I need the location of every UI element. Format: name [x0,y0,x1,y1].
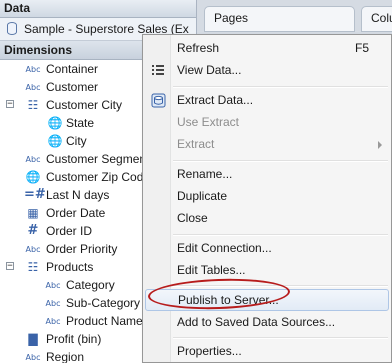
hierarchy-icon: ☷ [27,98,39,112]
menu-item-close[interactable]: Close [145,207,389,229]
calculated-number-icon: =# [24,187,46,202]
data-pane-title: Data [0,0,196,18]
menu-item-label: View Data... [177,63,242,77]
columns-shelf-label: Colu [371,11,392,25]
number-type-icon: # [27,223,39,238]
menu-item-label: Close [177,211,208,225]
globe-icon: 🌐 [47,116,63,130]
field-label: Customer Segment [46,152,150,166]
menu-item-use-extract[interactable]: Use Extract [145,111,389,133]
menu-item-edit-connection[interactable]: Edit Connection... [145,237,389,259]
menu-item-label: Edit Tables... [177,263,246,277]
calendar-icon: ▦ [27,206,39,220]
menu-separator [173,234,388,236]
context-menu: Refresh F5 View Data... Extract Data... … [142,34,392,363]
field-label: Products [46,260,94,274]
field-label: Order ID [46,224,93,238]
menu-separator [173,86,388,88]
menu-separator [173,160,388,162]
database-icon [7,22,17,35]
menu-item-extract-data[interactable]: Extract Data... [145,89,389,111]
field-label: Order Priority [46,242,118,256]
field-label: City [66,134,87,148]
menu-item-label: Extract [177,137,215,151]
field-label: Category [66,278,115,292]
menu-item-properties[interactable]: Properties... [145,340,389,362]
menu-item-rename[interactable]: Rename... [145,163,389,185]
bin-histogram-icon: ▇ [28,332,38,346]
string-type-icon: Abc [25,83,41,92]
field-label: Region [46,350,85,363]
globe-icon: 🌐 [47,134,63,148]
field-label: Profit (bin) [46,332,102,346]
menu-item-label: Duplicate [177,189,228,203]
string-type-icon: Abc [45,281,61,290]
string-type-icon: Abc [45,299,61,308]
menu-shortcut: F5 [354,41,369,55]
submenu-arrow-icon [378,141,382,149]
menu-item-label: Refresh [177,41,220,55]
field-label: Last N days [46,188,110,202]
field-label: Product Name [66,314,143,328]
collapse-toggle[interactable]: − [6,100,14,109]
menu-item-label: Add to Saved Data Sources... [177,315,336,329]
menu-item-label: Edit Connection... [177,241,272,255]
string-type-icon: Abc [25,65,41,74]
collapse-toggle[interactable]: − [6,262,14,271]
field-label: Container [46,62,99,76]
field-label: Sub-Category [66,296,141,310]
pages-shelf[interactable]: Pages [204,6,355,32]
menu-item-label: Rename... [177,167,233,181]
hierarchy-icon: ☷ [27,260,39,274]
menu-item-label: Extract Data... [177,93,254,107]
menu-item-duplicate[interactable]: Duplicate [145,185,389,207]
menu-item-extract[interactable]: Extract [145,133,389,155]
view-data-icon [152,65,164,75]
field-label: Customer Zip Code [46,170,151,184]
menu-item-label: Use Extract [177,115,240,129]
field-label: Customer [46,80,99,94]
menu-item-edit-tables[interactable]: Edit Tables... [145,259,389,281]
menu-item-add-to-saved-data-sources[interactable]: Add to Saved Data Sources... [145,311,389,333]
field-label: Customer City [46,98,123,112]
string-type-icon: Abc [45,317,61,326]
menu-separator [173,337,388,339]
columns-shelf[interactable]: Colu [361,6,392,32]
globe-icon: 🌐 [25,170,41,184]
field-label: State [66,116,95,130]
field-label: Order Date [46,206,106,220]
menu-item-refresh[interactable]: Refresh F5 [145,37,389,59]
menu-item-label: Properties... [177,344,242,358]
string-type-icon: Abc [25,245,41,254]
menu-item-view-data[interactable]: View Data... [145,59,389,81]
pages-shelf-label: Pages [214,11,249,25]
extract-icon [151,93,166,108]
string-type-icon: Abc [25,353,41,362]
string-type-icon: Abc [25,155,41,164]
